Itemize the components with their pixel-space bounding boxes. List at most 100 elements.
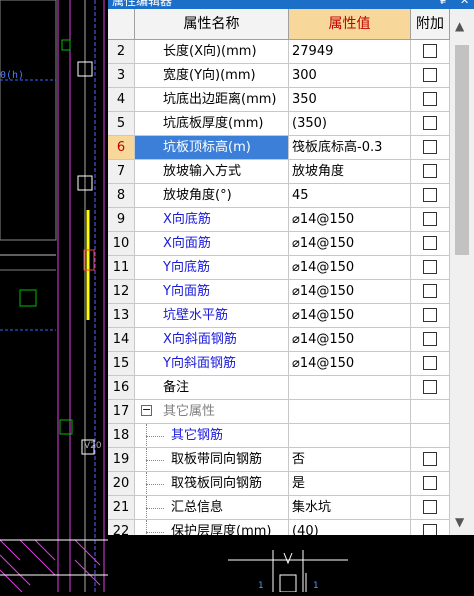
property-row[interactable]: 5 坑底板厚度(mm) (350) [108,112,450,136]
property-row[interactable]: 3 宽度(Y向)(mm) 300 [108,64,450,88]
title-bar[interactable]: 属性编辑器 ₽ ✕ [108,0,474,9]
vertical-scrollbar[interactable]: ▲ ▼ [450,9,474,535]
attach-checkbox[interactable] [423,356,437,370]
row-number: 3 [108,64,135,88]
window-title: 属性编辑器 [112,0,173,8]
add-cell [411,184,450,208]
scroll-thumb[interactable] [455,45,469,255]
property-value[interactable]: ⌀14@150 [289,304,411,328]
property-value[interactable]: ⌀14@150 [289,280,411,304]
property-value[interactable]: 集水坑 [289,496,411,520]
property-row[interactable]: 17− 其它属性 [108,400,450,424]
grid-header: 属性名称 属性值 附加 [108,9,450,40]
attach-checkbox[interactable] [423,140,437,154]
property-value[interactable]: (350) [289,112,411,136]
add-cell [411,400,450,424]
property-value[interactable]: ⌀14@150 [289,328,411,352]
row-number: 17 [108,400,135,424]
attach-checkbox[interactable] [423,380,437,394]
add-cell [411,136,450,160]
add-cell [411,520,450,535]
attach-checkbox[interactable] [423,332,437,346]
property-name: 坑底板厚度(mm) [163,116,264,131]
attach-checkbox[interactable] [423,212,437,226]
property-row[interactable]: 7 放坡输入方式 放坡角度 [108,160,450,184]
row-number: 4 [108,88,135,112]
property-value[interactable]: 300 [289,64,411,88]
cad-label-bottom: V20 [84,441,102,451]
add-cell [411,88,450,112]
cad-viewport[interactable]: 0(h) V20 [0,0,108,592]
close-icon[interactable]: ✕ [460,0,469,7]
property-row[interactable]: 13 坑壁水平筋 ⌀14@150 [108,304,450,328]
property-row[interactable]: 2 长度(X向)(mm) 27949 [108,40,450,64]
header-value[interactable]: 属性值 [289,9,411,39]
attach-checkbox[interactable] [423,476,437,490]
attach-checkbox[interactable] [423,524,437,535]
property-value[interactable]: (40) [289,520,411,535]
preview-drawing: 1 1 [228,550,348,593]
property-row[interactable]: 21 汇总信息 集水坑 [108,496,450,520]
property-value[interactable]: 筏板底标高-0.3 [289,136,411,160]
property-value[interactable]: ⌀14@150 [289,352,411,376]
attach-checkbox[interactable] [423,116,437,130]
add-cell [411,40,450,64]
property-value[interactable]: 否 [289,448,411,472]
property-row[interactable]: 14 X向斜面钢筋 ⌀14@150 [108,328,450,352]
attach-checkbox[interactable] [423,260,437,274]
row-number: 12 [108,280,135,304]
property-row[interactable]: 12 Y向面筋 ⌀14@150 [108,280,450,304]
attach-checkbox[interactable] [423,44,437,58]
header-name[interactable]: 属性名称 [135,9,289,39]
add-cell [411,424,450,448]
attach-checkbox[interactable] [423,236,437,250]
attach-checkbox[interactable] [423,500,437,514]
attach-checkbox[interactable] [423,188,437,202]
attach-checkbox[interactable] [423,68,437,82]
property-name: 坑壁水平筋 [163,308,229,323]
row-number: 18 [108,424,135,448]
property-row[interactable]: 8 放坡角度(°) 45 [108,184,450,208]
pin-icon[interactable]: ₽ [440,0,447,7]
property-value[interactable]: 放坡角度 [289,160,411,184]
property-row[interactable]: 20 取筏板同向钢筋 是 [108,472,450,496]
attach-checkbox[interactable] [423,452,437,466]
tree-branch [146,436,164,437]
property-row[interactable]: 4 坑底出边距离(mm) 350 [108,88,450,112]
property-value[interactable]: 45 [289,184,411,208]
property-value[interactable] [289,400,411,424]
collapse-icon[interactable]: − [141,404,152,416]
property-row[interactable]: 16 备注 [108,376,450,400]
property-value[interactable]: 350 [289,88,411,112]
property-row[interactable]: 10 X向面筋 ⌀14@150 [108,232,450,256]
row-number: 16 [108,376,135,400]
property-value[interactable]: 27949 [289,40,411,64]
property-name: Y向斜面钢筋 [163,356,236,371]
property-value[interactable] [289,424,411,448]
attach-checkbox[interactable] [423,164,437,178]
tree-branch [146,460,164,461]
add-cell [411,304,450,328]
property-value[interactable]: ⌀14@150 [289,208,411,232]
scroll-down-icon[interactable]: ▼ [455,515,464,529]
attach-checkbox[interactable] [423,308,437,322]
property-value[interactable]: 是 [289,472,411,496]
property-row[interactable]: 19 取板带同向钢筋 否 [108,448,450,472]
property-row[interactable]: 18 其它钢筋 [108,424,450,448]
property-value[interactable]: ⌀14@150 [289,256,411,280]
property-value[interactable]: ⌀14@150 [289,232,411,256]
property-row[interactable]: 11 Y向底筋 ⌀14@150 [108,256,450,280]
add-cell [411,352,450,376]
property-value[interactable] [289,376,411,400]
property-name: 保护层厚度(mm) [171,524,272,535]
property-name: 其它钢筋 [171,428,224,443]
row-number: 15 [108,352,135,376]
attach-checkbox[interactable] [423,284,437,298]
scroll-up-icon[interactable]: ▲ [455,19,464,33]
property-row[interactable]: 6 坑板顶标高(m) 筏板底标高-0.3 [108,136,450,160]
property-row[interactable]: 15 Y向斜面钢筋 ⌀14@150 [108,352,450,376]
property-row[interactable]: 9 X向底筋 ⌀14@150 [108,208,450,232]
header-add[interactable]: 附加 [411,9,450,39]
property-row[interactable]: 22 保护层厚度(mm) (40) [108,520,450,535]
attach-checkbox[interactable] [423,92,437,106]
